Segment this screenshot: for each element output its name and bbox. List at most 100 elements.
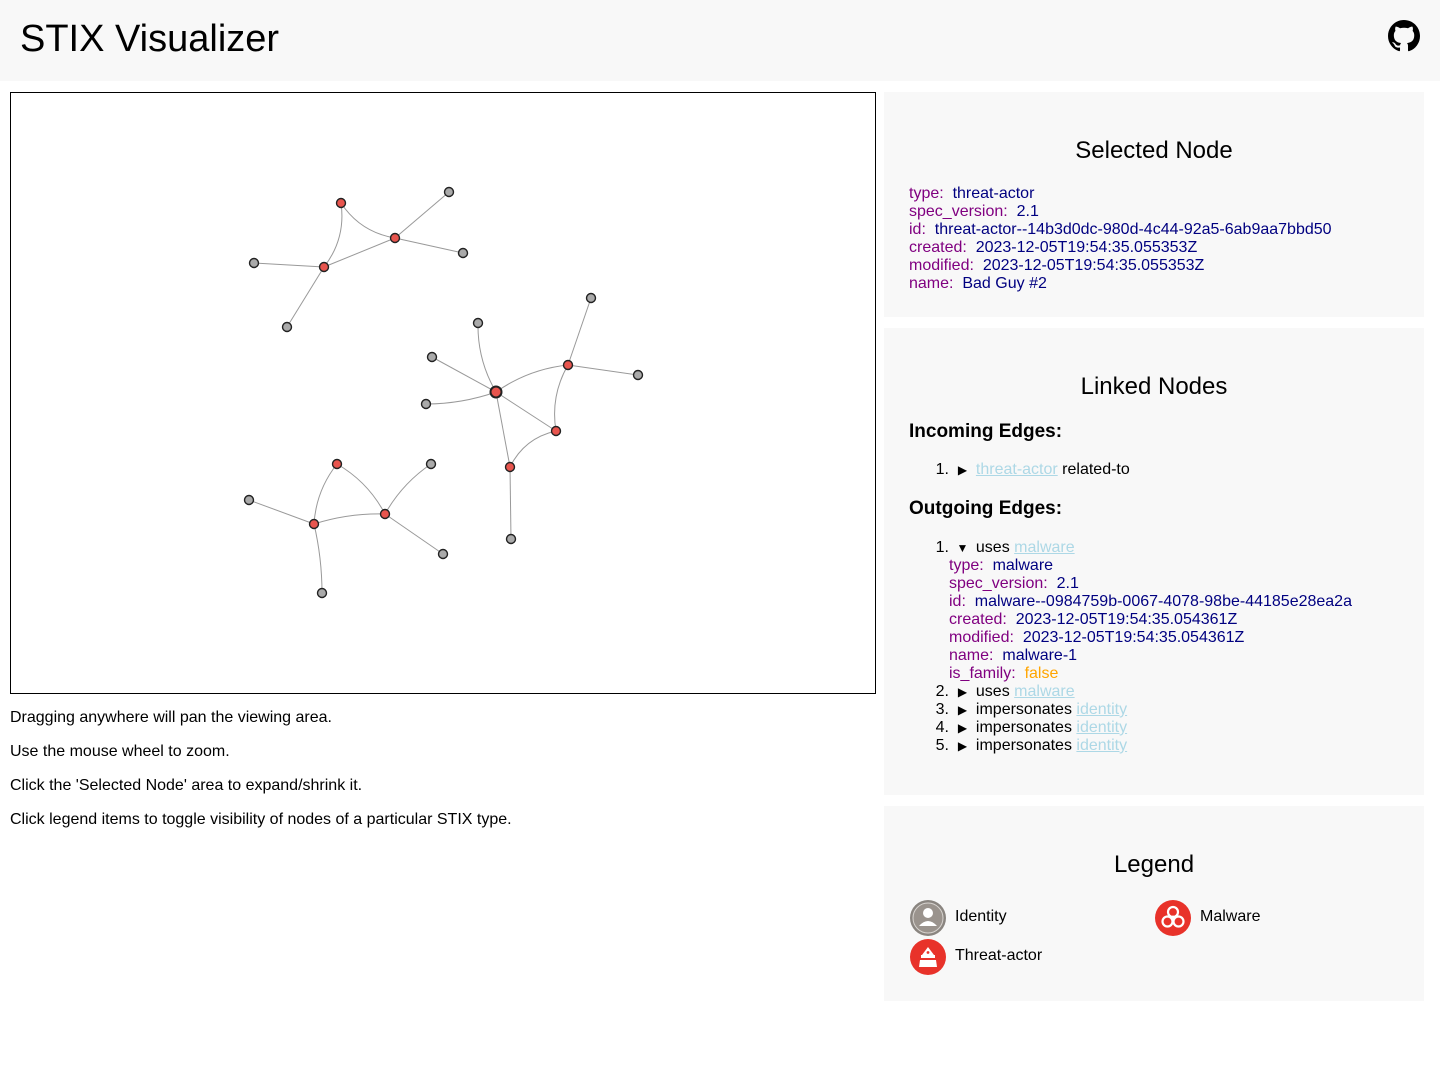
graph-edge	[253, 262, 325, 268]
selected-field-created: created: 2023-12-05T19:54:35.055353Z	[909, 239, 1198, 256]
graph-node-gray[interactable]	[420, 398, 432, 410]
legend-item-malware[interactable]: Malware	[1154, 899, 1354, 936]
help-selected: Click the 'Selected Node' area to expand…	[10, 777, 363, 794]
graph-edge	[336, 463, 386, 515]
graph-edge	[495, 364, 569, 393]
outgoing-edge-link[interactable]: identity	[1076, 719, 1127, 736]
outgoing-edges-heading: Outgoing Edges:	[909, 498, 1063, 519]
linked-nodes-panel: Linked Nodes Incoming Edges: 1. ▶ threat…	[884, 328, 1424, 795]
graph-node-red[interactable]	[331, 458, 343, 470]
expand-triangle-icon[interactable]: ▶	[953, 719, 971, 737]
expand-triangle-icon[interactable]: ▶	[953, 461, 971, 479]
expanded-field-id: id: malware--0984759b-0067-4078-98be-441…	[949, 593, 1352, 610]
outgoing-edge-4[interactable]: 4. ▶ impersonates identity	[929, 719, 1127, 737]
graph-node-gray[interactable]	[425, 458, 437, 470]
legend-label-identity: Identity	[955, 908, 1007, 925]
expanded-field-spec-version: spec_version: 2.1	[949, 575, 1079, 592]
incoming-edge-1[interactable]: 1. ▶ threat-actor related-to	[929, 461, 1130, 479]
expand-triangle-icon[interactable]: ▶	[953, 683, 971, 701]
selected-field-name: name: Bad Guy #2	[909, 275, 1047, 292]
threat-actor-icon	[910, 939, 946, 975]
graph-edge	[394, 191, 450, 239]
expand-triangle-icon[interactable]: ▶	[953, 701, 971, 719]
expanded-field-modified: modified: 2023-12-05T19:54:35.054361Z	[949, 629, 1245, 646]
graph-svg[interactable]	[11, 93, 875, 693]
graph-node-gray[interactable]	[632, 369, 644, 381]
graph-node-gray[interactable]	[426, 351, 438, 363]
graph-node-gray[interactable]	[248, 257, 260, 269]
graph-node-gray[interactable]	[243, 494, 255, 506]
graph-edge	[313, 513, 386, 525]
graph-node-red[interactable]	[550, 425, 562, 437]
graph-canvas[interactable]	[10, 92, 876, 694]
graph-edge	[313, 463, 338, 525]
selected-field-spec-version: spec_version: 2.1	[909, 203, 1039, 220]
incoming-edge-link[interactable]: threat-actor	[976, 461, 1058, 478]
help-zoom: Use the mouse wheel to zoom.	[10, 743, 230, 760]
legend-panel: Legend Identity Malware Threat-actor	[884, 806, 1424, 1001]
legend-label-threat-actor: Threat-actor	[955, 947, 1043, 964]
legend-label-malware: Malware	[1200, 908, 1261, 925]
expanded-field-created: created: 2023-12-05T19:54:35.054361Z	[949, 611, 1238, 628]
outgoing-edge-2[interactable]: 2. ▶ uses malware	[929, 683, 1075, 701]
graph-node-red[interactable]	[318, 261, 330, 273]
legend-item-threat-actor[interactable]: Threat-actor	[909, 938, 1109, 975]
graph-node-gray[interactable]	[457, 247, 469, 259]
graph-edge	[286, 266, 325, 328]
outgoing-edge-link[interactable]: malware	[1014, 539, 1074, 556]
graph-edge	[248, 499, 315, 525]
graph-node-red[interactable]	[379, 508, 391, 520]
selected-node-title: Selected Node	[1075, 137, 1233, 164]
graph-node-gray[interactable]	[281, 321, 293, 333]
graph-node-red[interactable]	[308, 518, 320, 530]
expanded-field-is-family: is_family: false	[949, 665, 1059, 682]
graph-node-red[interactable]	[489, 385, 503, 399]
github-icon[interactable]	[1388, 20, 1420, 52]
outgoing-edge-3[interactable]: 3. ▶ impersonates identity	[929, 701, 1127, 719]
graph-node-red[interactable]	[389, 232, 401, 244]
graph-node-gray[interactable]	[472, 317, 484, 329]
selected-field-modified: modified: 2023-12-05T19:54:35.055353Z	[909, 257, 1205, 274]
outgoing-edge-link[interactable]: identity	[1076, 737, 1127, 754]
graph-node-gray[interactable]	[316, 587, 328, 599]
selected-field-id: id: threat-actor--14b3d0dc-980d-4c44-92a…	[909, 221, 1332, 238]
help-pan: Dragging anywhere will pan the viewing a…	[10, 709, 332, 726]
graph-edge	[567, 364, 639, 376]
graph-edge	[567, 297, 592, 366]
selected-field-type: type: threat-actor	[909, 185, 1035, 202]
graph-node-red[interactable]	[504, 461, 516, 473]
graph-edge	[384, 463, 432, 515]
outgoing-edge-link[interactable]: malware	[1014, 683, 1074, 700]
graph-node-red[interactable]	[335, 197, 347, 209]
graph-node-gray[interactable]	[505, 533, 517, 545]
collapse-triangle-icon[interactable]: ▼	[953, 539, 971, 557]
outgoing-edge-5[interactable]: 5. ▶ impersonates identity	[929, 737, 1127, 755]
legend-title: Legend	[1113, 851, 1195, 878]
graph-node-red[interactable]	[562, 359, 574, 371]
graph-edge	[477, 322, 497, 393]
malware-icon	[1155, 900, 1191, 936]
graph-edge	[425, 391, 497, 405]
graph-node-gray[interactable]	[443, 186, 455, 198]
graph-node-gray[interactable]	[585, 292, 597, 304]
page-title: STIX Visualizer	[20, 18, 280, 60]
graph-edge	[509, 430, 557, 468]
expanded-field-name: name: malware-1	[949, 647, 1078, 664]
graph-node-gray[interactable]	[437, 548, 449, 560]
help-legend: Click legend items to toggle visibility …	[10, 811, 512, 828]
legend-item-identity[interactable]: Identity	[909, 899, 1109, 936]
selected-node-panel[interactable]: Selected Node type: threat-actor spec_ve…	[884, 92, 1424, 317]
graph-edge	[340, 202, 396, 239]
outgoing-edge-1[interactable]: 1. ▼ uses malware	[929, 539, 1075, 557]
graph-edge	[509, 466, 512, 540]
graph-edge	[323, 202, 343, 268]
graph-edge	[394, 237, 464, 254]
expand-triangle-icon[interactable]: ▶	[953, 737, 971, 755]
outgoing-edge-link[interactable]: identity	[1076, 701, 1127, 718]
graph-edge	[431, 356, 497, 393]
header-bar: STIX Visualizer	[0, 0, 1440, 81]
graph-edge	[554, 364, 569, 432]
graph-edge	[495, 391, 557, 432]
graph-edge	[323, 237, 396, 268]
expanded-field-type: type: malware	[949, 557, 1054, 574]
